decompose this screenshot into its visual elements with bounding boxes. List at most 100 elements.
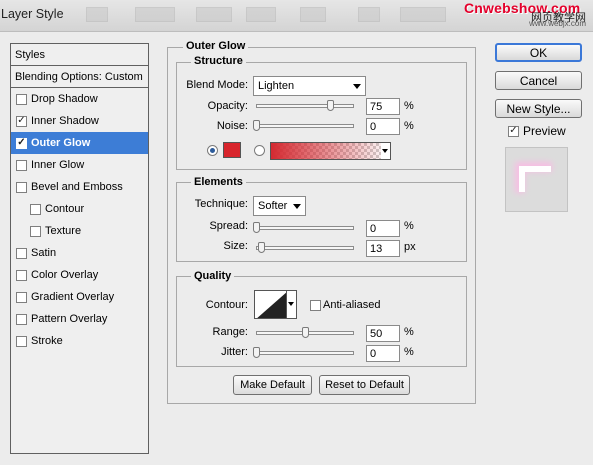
cancel-button[interactable]: Cancel [495, 71, 582, 90]
size-slider-thumb[interactable] [258, 242, 266, 253]
style-item-contour[interactable]: Contour [11, 198, 148, 220]
opacity-slider-track[interactable] [256, 104, 354, 108]
contour-preview[interactable] [254, 290, 287, 319]
spread-label: Spread: [209, 220, 248, 232]
style-item-pattern-overlay[interactable]: Pattern Overlay [11, 308, 148, 330]
noise-label: Noise: [216, 120, 248, 132]
anti-aliased-checkbox[interactable] [310, 300, 321, 311]
preview-thumbnail [515, 162, 552, 193]
noise-slider-thumb[interactable] [253, 120, 260, 131]
style-item-color-overlay[interactable]: Color Overlay [11, 264, 148, 286]
noise-input[interactable]: 0 [366, 118, 400, 135]
opacity-input[interactable]: 75 [366, 98, 400, 115]
range-input[interactable]: 50 [366, 325, 400, 342]
gradient-radio[interactable] [254, 145, 265, 156]
style-item-label: Satin [31, 247, 57, 259]
jitter-slider-thumb[interactable] [253, 347, 260, 358]
style-checkbox[interactable] [16, 159, 27, 171]
style-item-texture[interactable]: Texture [11, 220, 148, 242]
ok-button[interactable]: OK [495, 43, 582, 62]
watermark: Cnwebshow.com 网页教学网 www.webjx.com [464, 0, 592, 30]
technique-dropdown[interactable]: Softer [253, 196, 306, 216]
noise-unit: % [404, 120, 414, 132]
style-checkbox[interactable] [16, 291, 27, 303]
style-item-satin[interactable]: Satin [11, 242, 148, 264]
style-item-inner-glow[interactable]: Inner Glow [11, 154, 148, 176]
style-checkbox[interactable] [30, 203, 41, 215]
make-default-button[interactable]: Make Default [233, 375, 312, 395]
style-item-gradient-overlay[interactable]: Gradient Overlay [11, 286, 148, 308]
style-item-label: Drop Shadow [31, 93, 98, 105]
structure-title: Structure [191, 55, 246, 67]
style-item-label: Gradient Overlay [31, 291, 115, 303]
toolbar-icon [135, 7, 175, 22]
reset-default-button[interactable]: Reset to Default [319, 375, 410, 395]
jitter-label: Jitter: [221, 346, 248, 358]
toolbar-icon [246, 7, 276, 22]
style-checkbox[interactable] [16, 313, 27, 325]
style-item-label: Inner Shadow [31, 115, 99, 127]
preview-toggle[interactable]: ✓ Preview [508, 124, 566, 138]
spread-slider-track[interactable] [256, 226, 354, 230]
style-checkbox[interactable] [16, 247, 27, 259]
quality-title: Quality [191, 270, 235, 282]
style-item-drop-shadow[interactable]: Drop Shadow [11, 88, 148, 110]
style-items: Drop Shadow ✓ Inner Shadow ✓ Outer Glow … [11, 88, 148, 352]
style-checkbox[interactable]: ✓ [16, 137, 27, 149]
contour-label: Contour: [205, 299, 248, 311]
range-unit: % [404, 326, 414, 338]
outer-glow-title: Outer Glow [183, 40, 249, 52]
style-item-inner-shadow[interactable]: ✓ Inner Shadow [11, 110, 148, 132]
preview-checkbox[interactable]: ✓ [508, 125, 519, 137]
style-item-stroke[interactable]: Stroke [11, 330, 148, 352]
noise-slider-track[interactable] [256, 124, 354, 128]
opacity-slider-thumb[interactable] [326, 100, 334, 111]
style-checkbox[interactable] [16, 269, 27, 281]
toolbar-icon [86, 7, 108, 22]
blending-options-item[interactable]: Blending Options: Custom [11, 66, 148, 88]
style-checkbox[interactable] [16, 335, 27, 347]
spread-slider-thumb[interactable] [253, 222, 260, 233]
blend-mode-label: Blend Mode: [186, 79, 248, 91]
range-slider-thumb[interactable] [302, 327, 309, 338]
style-item-bevel-and-emboss[interactable]: Bevel and Emboss [11, 176, 148, 198]
chevron-down-icon [353, 84, 361, 89]
solid-color-radio[interactable] [207, 145, 218, 156]
range-label: Range: [212, 326, 248, 338]
toolbar-icon [358, 7, 380, 22]
opacity-label: Opacity: [207, 100, 248, 112]
toolbar-icon [300, 7, 326, 22]
jitter-input[interactable]: 0 [366, 345, 400, 362]
spread-unit: % [404, 220, 414, 232]
toolbar-icon [196, 7, 232, 22]
style-preview [505, 147, 568, 212]
size-slider-track[interactable] [256, 246, 354, 250]
styles-list: Styles Blending Options: Custom Drop Sha… [10, 43, 149, 454]
window-title: Layer Style [1, 7, 64, 21]
style-item-outer-glow[interactable]: ✓ Outer Glow [11, 132, 148, 154]
gradient-picker[interactable] [270, 142, 391, 160]
spread-input[interactable]: 0 [366, 220, 400, 237]
style-item-label: Stroke [31, 335, 63, 347]
style-item-label: Inner Glow [31, 159, 85, 171]
chevron-down-icon [293, 204, 301, 209]
style-item-label: Color Overlay [31, 269, 99, 281]
style-checkbox[interactable] [16, 93, 27, 105]
style-item-label: Texture [45, 225, 82, 237]
style-checkbox[interactable] [30, 225, 41, 237]
jitter-slider-track[interactable] [256, 351, 354, 355]
contour-dropdown-arrow[interactable] [287, 290, 297, 319]
contour-curve-icon [257, 292, 286, 318]
style-item-label: Bevel and Emboss [31, 181, 123, 193]
size-label: Size: [223, 240, 248, 252]
blend-mode-dropdown[interactable]: Lighten [253, 76, 366, 96]
style-item-label: Outer Glow [31, 137, 91, 149]
styles-header[interactable]: Styles [11, 44, 148, 66]
style-checkbox[interactable] [16, 181, 27, 193]
new-style-button[interactable]: New Style... [495, 99, 582, 118]
preview-label: Preview [523, 124, 566, 138]
gradient-dropdown-arrow[interactable] [381, 142, 391, 160]
size-input[interactable]: 13 [366, 240, 400, 257]
style-checkbox[interactable]: ✓ [16, 115, 27, 127]
glow-color-swatch[interactable] [223, 142, 241, 158]
